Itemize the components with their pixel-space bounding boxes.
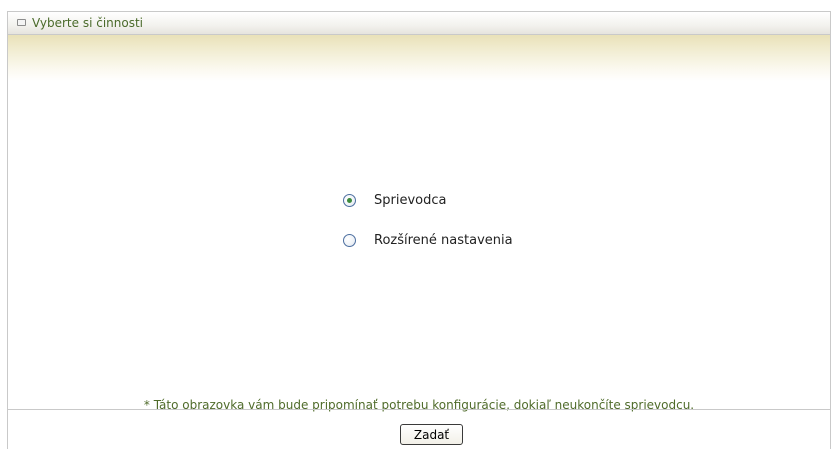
footer-divider bbox=[8, 409, 830, 410]
square-bullet-icon bbox=[17, 19, 26, 26]
activity-panel: Vyberte si činnosti Sprievodca Rozšírené… bbox=[7, 11, 831, 449]
submit-button[interactable]: Zadať bbox=[400, 424, 463, 445]
advanced-settings-label[interactable]: Rozšírené nastavenia bbox=[374, 233, 513, 248]
option-advanced-settings[interactable]: Rozšírené nastavenia bbox=[343, 231, 513, 249]
wizard-label[interactable]: Sprievodca bbox=[374, 193, 446, 208]
wizard-radio-button[interactable] bbox=[343, 193, 356, 207]
option-wizard[interactable]: Sprievodca bbox=[343, 191, 446, 209]
panel-title: Vyberte si činnosti bbox=[32, 16, 143, 30]
panel-title-bar: Vyberte si činnosti bbox=[8, 11, 830, 35]
header-band bbox=[8, 35, 830, 81]
advanced-settings-radio-button[interactable] bbox=[343, 233, 356, 247]
